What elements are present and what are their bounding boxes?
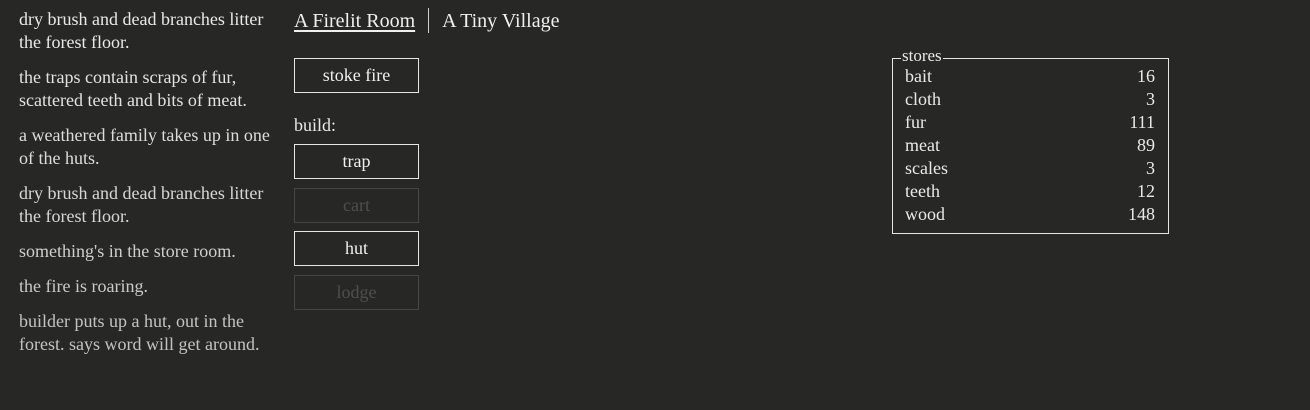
build-cart-button[interactable]: cart <box>294 188 419 223</box>
notification: a weathered family takes up in one of th… <box>19 125 270 168</box>
build-trap-button[interactable]: trap <box>294 144 419 179</box>
store-count: 111 <box>1129 112 1155 132</box>
notification: dry brush and dead branches litter the f… <box>19 183 264 226</box>
store-name: wood <box>905 204 945 224</box>
store-count: 3 <box>1146 158 1155 178</box>
stores-title: stores <box>901 46 943 66</box>
store-count: 148 <box>1128 204 1155 224</box>
tab-firelit-room[interactable]: A Firelit Room <box>294 9 415 33</box>
notification-log: dry brush and dead branches litter the f… <box>19 8 281 368</box>
store-row-bait: bait 16 <box>905 65 1155 87</box>
store-count: 89 <box>1137 135 1155 155</box>
store-row-wood: wood 148 <box>905 203 1155 225</box>
tab-divider <box>428 8 430 33</box>
build-lodge-button[interactable]: lodge <box>294 275 419 310</box>
store-count: 12 <box>1137 181 1155 201</box>
notification: the fire is roaring. <box>19 276 148 296</box>
store-name: bait <box>905 66 932 86</box>
stoke-fire-button[interactable]: stoke fire <box>294 58 419 93</box>
store-count: 16 <box>1137 66 1155 86</box>
store-name: scales <box>905 158 948 178</box>
store-name: meat <box>905 135 940 155</box>
store-row-teeth: teeth 12 <box>905 180 1155 202</box>
stores-panel: stores bait 16 cloth 3 fur 111 meat 89 s… <box>892 46 1169 234</box>
notification: builder puts up a hut, out in the forest… <box>19 311 260 354</box>
notification: dry brush and dead branches litter the f… <box>19 9 264 52</box>
build-hut-button[interactable]: hut <box>294 231 419 266</box>
build-label: build: <box>294 115 337 135</box>
game-screen: dry brush and dead branches litter the f… <box>0 0 1310 410</box>
store-name: fur <box>905 112 926 132</box>
store-name: teeth <box>905 181 940 201</box>
store-count: 3 <box>1146 89 1155 109</box>
notification: the traps contain scraps of fur, scatter… <box>19 67 247 110</box>
store-row-fur: fur 111 <box>905 111 1155 133</box>
store-row-cloth: cloth 3 <box>905 88 1155 110</box>
store-row-scales: scales 3 <box>905 157 1155 179</box>
tab-tiny-village[interactable]: A Tiny Village <box>442 9 559 33</box>
location-tabs: A Firelit Room A Tiny Village <box>294 8 559 33</box>
store-row-meat: meat 89 <box>905 134 1155 156</box>
notification: something's in the store room. <box>19 241 236 261</box>
store-name: cloth <box>905 89 941 109</box>
